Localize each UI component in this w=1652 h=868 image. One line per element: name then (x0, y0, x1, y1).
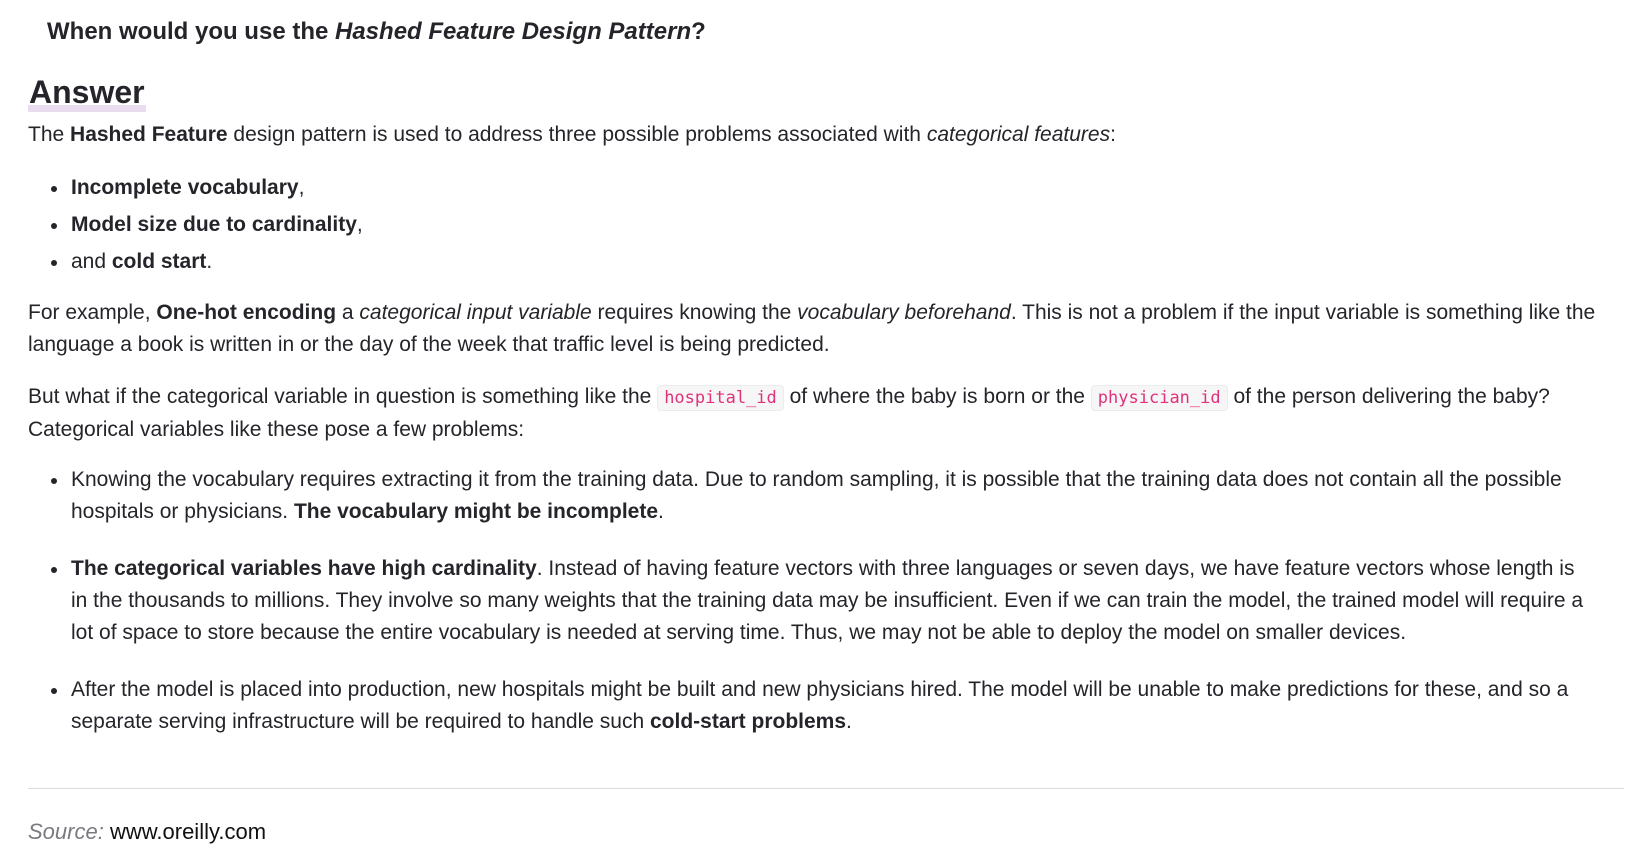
example-paragraph: For example, One-hot encoding a categori… (28, 301, 1596, 356)
divider (28, 788, 1624, 789)
hospital-id-code: hospital_id (657, 385, 784, 411)
list-item: The categorical variables have high card… (51, 553, 1596, 649)
pattern-name: Hashed Feature Design Pattern (335, 18, 692, 45)
source-label: Source: (28, 819, 104, 844)
list-item: After the model is placed into productio… (51, 674, 1596, 738)
issues-list: Knowing the vocabulary requires extracti… (28, 464, 1596, 738)
list-item: Incomplete vocabulary, (51, 172, 1596, 204)
list-item: Model size due to cardinality, (51, 209, 1596, 241)
problems-list: Incomplete vocabulary, Model size due to… (28, 172, 1596, 283)
list-item: and cold start. (51, 246, 1596, 278)
intro-paragraph: The Hashed Feature design pattern is use… (28, 123, 1116, 146)
question-title: When would you use the Hashed Feature De… (47, 18, 706, 45)
source-link[interactable]: www.oreilly.com (110, 819, 266, 844)
categorical-question-paragraph: But what if the categorical variable in … (28, 385, 1550, 441)
physician-id-code: physician_id (1090, 385, 1228, 411)
answer-heading: Answer (28, 72, 146, 112)
list-item: Knowing the vocabulary requires extracti… (51, 464, 1596, 528)
source-line: Source: www.oreilly.com (28, 816, 266, 848)
